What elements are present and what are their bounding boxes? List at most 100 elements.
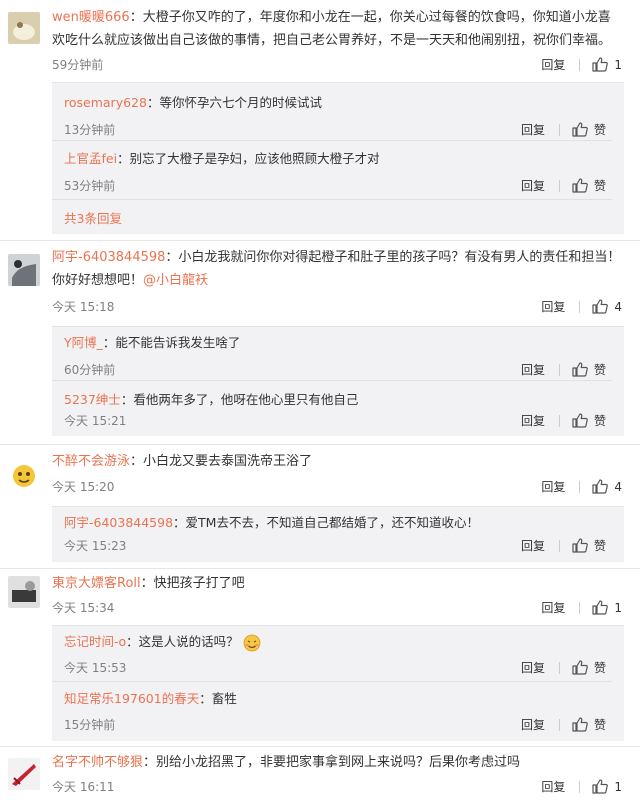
comment-username[interactable]: 阿宇-6403844598	[52, 250, 165, 265]
thumbs-up-icon	[592, 779, 609, 794]
like-button[interactable]: 赞	[572, 412, 606, 429]
reply-username[interactable]: rosemary628	[64, 95, 147, 110]
divider	[579, 58, 581, 71]
comment-text: wen暖暖666：大橙子你又咋的了，年度你和小龙在一起，你关心过每餐的饮食吗，你…	[52, 10, 612, 48]
comment-username[interactable]: 不醉不会游泳	[52, 454, 130, 469]
reply-list: 阿宇-6403844598：爱TM去不去，不知道自己都结婚了，还不知道收心！ 今…	[52, 506, 624, 562]
reply-button[interactable]: 回复	[541, 478, 565, 495]
like-label: 赞	[593, 363, 606, 377]
avatar[interactable]	[8, 576, 40, 608]
reply-username[interactable]: 5237绅士	[64, 392, 121, 407]
reply-button[interactable]: 回复	[521, 537, 545, 554]
like-button[interactable]: 赞	[572, 177, 606, 194]
reply-actions: 回复 赞	[521, 537, 606, 554]
thumbs-up-icon	[572, 660, 588, 675]
comment-actions: 回复 4	[541, 478, 622, 495]
reply-actions: 回复 赞	[521, 412, 606, 429]
divider	[558, 179, 560, 192]
avatar[interactable]	[8, 758, 40, 790]
thumbs-up-icon	[572, 362, 588, 377]
comment-text: 阿宇-6403844598：小白龙我就问你你对得起橙子和肚子里的孩子吗？有没有男…	[52, 250, 621, 288]
reply-text: ：能不能告诉我发生啥了	[102, 335, 241, 350]
reply-actions: 回复 赞	[521, 716, 606, 733]
reply-username[interactable]: 上官孟fei	[64, 151, 117, 166]
reply-username[interactable]: Y阿博_	[64, 335, 103, 350]
thumbs-up-icon	[572, 122, 588, 137]
like-label: 赞	[593, 539, 606, 553]
reply-text: ：别忘了大橙子是孕妇，应该他照顾大橙子才对	[117, 151, 380, 166]
like-button[interactable]: 1	[592, 600, 622, 615]
like-label: 赞	[593, 414, 606, 428]
like-button[interactable]: 赞	[572, 361, 606, 378]
reply-time: 今天 15:23	[64, 539, 127, 553]
avatar[interactable]	[8, 458, 40, 490]
like-button[interactable]: 赞	[572, 716, 606, 733]
divider	[579, 300, 581, 313]
embarrassed-emoji-icon	[243, 634, 261, 651]
like-count: 4	[614, 299, 622, 314]
thumbs-up-icon	[572, 178, 588, 193]
reply-button[interactable]: 回复	[521, 716, 545, 733]
thumbs-up-icon	[592, 600, 609, 615]
like-button[interactable]: 赞	[572, 537, 606, 554]
reply-button[interactable]: 回复	[521, 177, 545, 194]
like-button[interactable]: 赞	[572, 121, 606, 138]
like-button[interactable]: 1	[592, 57, 622, 72]
reply-text: ：等你怀孕六七个月的时候试试	[146, 95, 322, 110]
divider	[0, 746, 640, 747]
like-button[interactable]: 赞	[572, 659, 606, 676]
comment-time: 今天 16:11	[52, 780, 115, 794]
divider	[558, 363, 560, 376]
reply-username[interactable]: 知足常乐197601的春天	[64, 691, 199, 706]
mention-link[interactable]: @小白龍袄	[143, 273, 208, 288]
reply-button[interactable]: 回复	[521, 361, 545, 378]
like-button[interactable]: 4	[592, 479, 622, 494]
comment-actions: 回复 1	[541, 56, 622, 73]
reply-button[interactable]: 回复	[541, 778, 565, 795]
thumbs-up-icon	[592, 57, 609, 72]
view-more-replies-link[interactable]: 共3条回复	[64, 208, 122, 227]
divider	[579, 601, 581, 614]
avatar[interactable]	[8, 254, 40, 286]
divider	[558, 718, 560, 731]
thumbs-up-icon	[592, 479, 609, 494]
reply-time: 53分钟前	[64, 179, 116, 193]
comment-actions: 回复 1	[541, 778, 622, 795]
comment-text: 不醉不会游泳：小白龙又要去泰国洗帝王浴了	[52, 454, 313, 469]
reply-actions: 回复 赞	[521, 121, 606, 138]
reply-username[interactable]: 阿宇-6403844598	[64, 515, 173, 530]
divider	[0, 444, 640, 445]
like-label: 赞	[593, 123, 606, 137]
divider	[0, 240, 640, 241]
comment-username[interactable]: 東京大嫖客Roll	[52, 576, 141, 591]
comment-time: 今天 15:34	[52, 601, 115, 615]
divider	[558, 661, 560, 674]
reply-time: 15分钟前	[64, 718, 116, 732]
like-button[interactable]: 4	[592, 299, 622, 314]
reply-list: rosemary628：等你怀孕六七个月的时候试试 13分钟前 回复 赞 上官孟…	[52, 82, 624, 234]
like-label: 赞	[593, 718, 606, 732]
like-button[interactable]: 1	[592, 779, 622, 794]
avatar[interactable]	[8, 12, 40, 44]
comment-username[interactable]: 名字不帅不够狠	[52, 755, 143, 770]
comment-time: 59分钟前	[52, 58, 104, 72]
reply-button[interactable]: 回复	[541, 298, 565, 315]
reply-button[interactable]: 回复	[541, 56, 565, 73]
reply-button[interactable]: 回复	[521, 412, 545, 429]
reply-list: Y阿博_：能不能告诉我发生啥了 60分钟前 回复 赞 5237绅士：看他两年多了…	[52, 326, 624, 436]
reply-button[interactable]: 回复	[521, 659, 545, 676]
divider	[52, 140, 612, 141]
comment-username[interactable]: wen暖暖666	[52, 10, 130, 25]
comment-time: 今天 15:20	[52, 480, 115, 494]
thumbs-up-icon	[592, 299, 609, 314]
reply-button[interactable]: 回复	[521, 121, 545, 138]
divider	[579, 480, 581, 493]
reply-username[interactable]: 忘记时间-o	[64, 634, 126, 649]
divider	[52, 681, 612, 682]
reply-button[interactable]: 回复	[541, 599, 565, 616]
divider	[52, 380, 612, 381]
divider	[558, 414, 560, 427]
reply-text: ：爱TM去不去，不知道自己都结婚了，还不知道收心！	[173, 515, 479, 530]
like-count: 1	[614, 779, 622, 794]
reply-text: ：这是人说的话吗？	[126, 634, 239, 649]
